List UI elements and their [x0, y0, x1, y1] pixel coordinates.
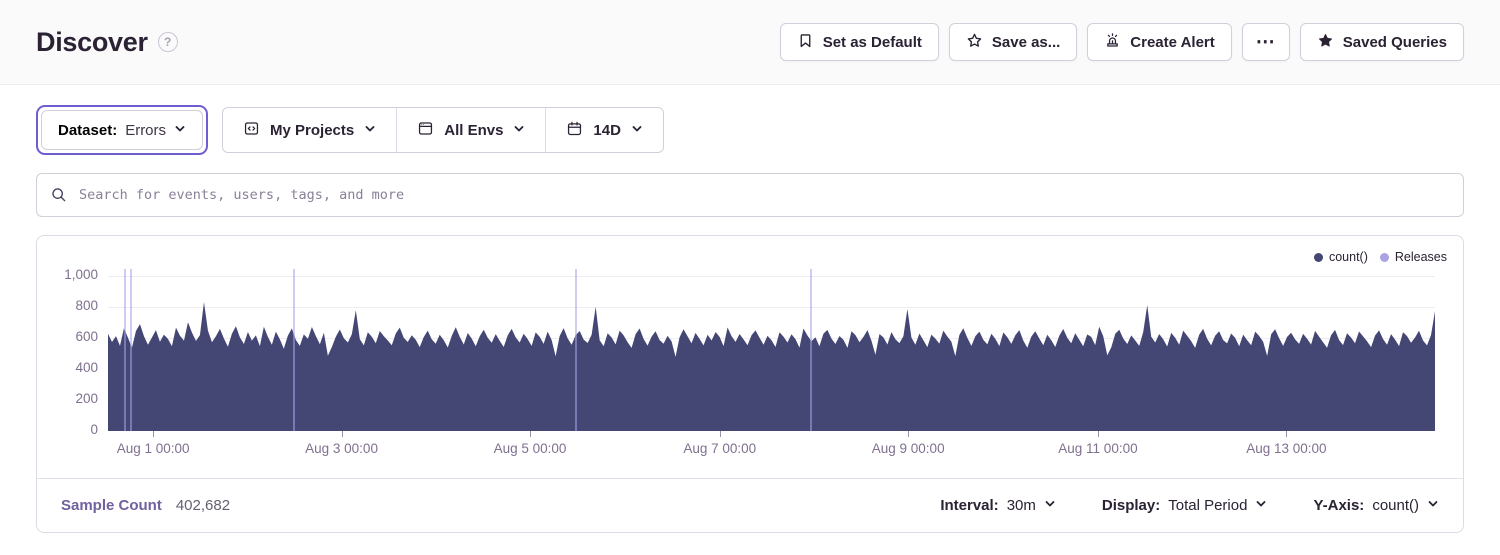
create-alert-label: Create Alert [1130, 34, 1214, 51]
release-marker-line[interactable] [124, 269, 126, 431]
sample-count: Sample Count 402,682 [61, 497, 230, 514]
date-range-value: 14D [593, 122, 621, 139]
bookmark-icon [797, 32, 814, 53]
projects-value: My Projects [270, 122, 354, 139]
dataset-dropdown[interactable]: Dataset: Errors [41, 110, 203, 150]
display-label: Display: [1102, 497, 1160, 514]
chevron-down-icon [513, 122, 525, 139]
save-as-label: Save as... [992, 34, 1060, 51]
x-axis-label: Aug 11 00:00 [1058, 441, 1137, 456]
y-axis-label: 600 [75, 329, 98, 344]
display-value: Total Period [1168, 497, 1247, 514]
x-axis-label: Aug 7 00:00 [683, 441, 756, 456]
header-actions: Set as Default Save as... Create Alert ⋯… [780, 23, 1464, 61]
ellipsis-icon: ⋯ [1256, 31, 1276, 54]
dataset-highlight-ring: Dataset: Errors [36, 105, 208, 155]
legend-count-label: count() [1329, 250, 1368, 264]
dataset-label: Dataset: [58, 122, 117, 139]
x-axis-label: Aug 1 00:00 [117, 441, 190, 456]
window-icon [417, 120, 434, 141]
yaxis-label: Y-Axis: [1313, 497, 1364, 514]
save-as-button[interactable]: Save as... [949, 23, 1077, 61]
y-axis-label: 0 [90, 422, 98, 437]
x-axis-label: Aug 13 00:00 [1246, 441, 1326, 456]
release-marker-line[interactable] [810, 269, 812, 431]
x-axis-tick [153, 431, 154, 437]
calendar-icon [566, 120, 583, 141]
release-marker-line[interactable] [130, 269, 132, 431]
x-axis-label: Aug 9 00:00 [872, 441, 945, 456]
chart-footer: Sample Count 402,682 Interval: 30m Displ… [37, 478, 1463, 532]
y-axis-label: 200 [75, 391, 98, 406]
events-chart-panel: count() Releases 02004006008001,000Aug 1… [36, 235, 1464, 533]
chart-plot[interactable]: 02004006008001,000Aug 1 00:00Aug 3 00:00… [108, 269, 1435, 431]
page-header: Discover ? Set as Default Save as... Cre… [0, 0, 1500, 85]
interval-label: Interval: [940, 497, 998, 514]
y-axis-label: 800 [75, 298, 98, 313]
saved-queries-label: Saved Queries [1343, 34, 1447, 51]
x-axis-tick [1286, 431, 1287, 437]
chart-legend: count() Releases [1314, 250, 1447, 264]
release-marker-line[interactable] [293, 269, 295, 431]
x-axis-tick [342, 431, 343, 437]
x-axis-label: Aug 5 00:00 [494, 441, 567, 456]
chevron-down-icon [631, 122, 643, 139]
x-axis-label: Aug 3 00:00 [305, 441, 378, 456]
dataset-value: Errors [125, 122, 166, 139]
yaxis-value: count() [1372, 497, 1419, 514]
y-axis-label: 400 [75, 360, 98, 375]
projects-dropdown[interactable]: My Projects [223, 108, 396, 152]
search-input[interactable] [36, 173, 1464, 217]
projects-icon [243, 120, 260, 141]
release-marker-line[interactable] [575, 269, 577, 431]
siren-icon [1104, 32, 1121, 53]
chart-controls: Interval: 30m Display: Total Period Y-Ax… [940, 497, 1439, 514]
display-dropdown[interactable]: Display: Total Period [1102, 497, 1268, 514]
set-as-default-button[interactable]: Set as Default [780, 23, 939, 61]
interval-value: 30m [1007, 497, 1036, 514]
page-filter-bar: My Projects All Envs 14D [222, 107, 664, 153]
sample-count-label: Sample Count [61, 497, 162, 514]
more-options-button[interactable]: ⋯ [1242, 23, 1290, 61]
x-axis-tick [1098, 431, 1099, 437]
interval-dropdown[interactable]: Interval: 30m [940, 497, 1056, 514]
chevron-down-icon [174, 122, 186, 139]
sample-count-value: 402,682 [176, 497, 230, 514]
x-axis-tick [530, 431, 531, 437]
search-bar [0, 173, 1500, 217]
date-range-dropdown[interactable]: 14D [545, 108, 663, 152]
page-title: Discover [36, 27, 148, 58]
y-axis-label: 1,000 [64, 267, 98, 282]
legend-releases-label: Releases [1395, 250, 1447, 264]
environment-dropdown[interactable]: All Envs [396, 108, 545, 152]
chevron-down-icon [364, 122, 376, 139]
yaxis-dropdown[interactable]: Y-Axis: count() [1313, 497, 1439, 514]
releases-series-dot [1380, 253, 1389, 262]
set-as-default-label: Set as Default [823, 34, 922, 51]
x-axis-tick [908, 431, 909, 437]
chevron-down-icon [1255, 497, 1267, 514]
legend-releases[interactable]: Releases [1380, 250, 1447, 264]
create-alert-button[interactable]: Create Alert [1087, 23, 1231, 61]
chevron-down-icon [1427, 497, 1439, 514]
filter-bar: Dataset: Errors My Projects All Envs [0, 105, 1500, 155]
star-filled-icon [1317, 32, 1334, 53]
saved-queries-button[interactable]: Saved Queries [1300, 23, 1464, 61]
count-series-dot [1314, 253, 1323, 262]
chevron-down-icon [1044, 497, 1056, 514]
help-icon[interactable]: ? [158, 32, 178, 52]
x-axis-tick [720, 431, 721, 437]
star-outline-icon [966, 32, 983, 53]
environment-value: All Envs [444, 122, 503, 139]
count-area-series [108, 269, 1435, 431]
legend-count[interactable]: count() [1314, 250, 1368, 264]
chart-area[interactable]: count() Releases 02004006008001,000Aug 1… [37, 236, 1463, 478]
